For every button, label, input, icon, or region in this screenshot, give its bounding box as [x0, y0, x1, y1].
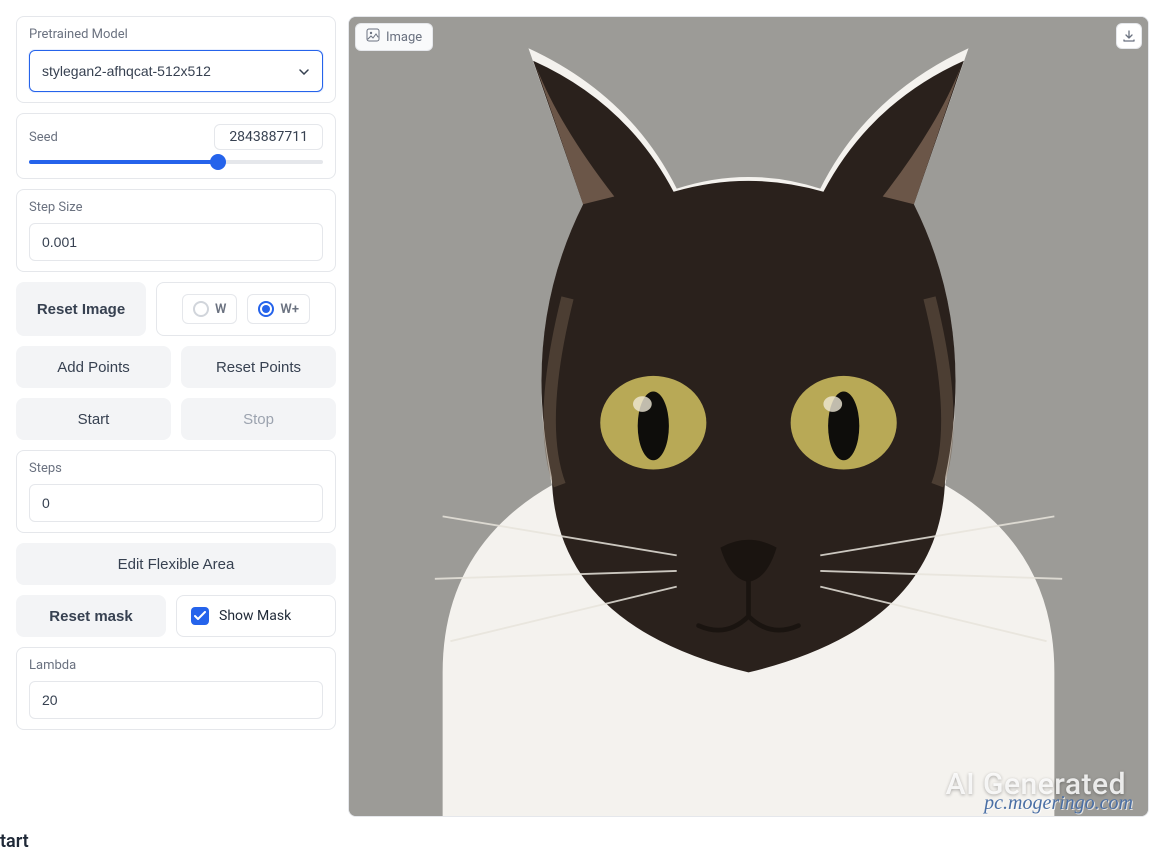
- steps-panel: Steps: [16, 450, 336, 533]
- lambda-panel: Lambda: [16, 647, 336, 730]
- step-size-input[interactable]: [29, 223, 323, 261]
- generated-image[interactable]: AI Generated: [349, 17, 1148, 816]
- show-mask-label: Show Mask: [219, 608, 291, 624]
- latent-w-option[interactable]: W: [182, 294, 237, 324]
- seed-label: Seed: [29, 130, 58, 145]
- seed-value[interactable]: 2843887711: [214, 124, 323, 150]
- site-watermark: pc.mogeringo.com: [984, 792, 1133, 815]
- start-button[interactable]: Start: [16, 398, 171, 440]
- footer-text: tart: [0, 831, 1157, 852]
- seed-slider[interactable]: [29, 160, 323, 164]
- show-mask-panel: Show Mask: [176, 595, 336, 637]
- image-icon: [366, 28, 380, 46]
- model-select[interactable]: stylegan2-afhqcat-512x512: [29, 50, 323, 92]
- steps-label: Steps: [29, 461, 323, 476]
- latent-wplus-label: W+: [280, 302, 299, 317]
- step-size-label: Step Size: [29, 200, 323, 215]
- image-label: Image: [386, 30, 422, 45]
- reset-image-button[interactable]: Reset Image: [16, 282, 146, 336]
- download-icon: [1122, 29, 1136, 43]
- latent-w-label: W: [215, 302, 226, 317]
- step-size-panel: Step Size: [16, 189, 336, 272]
- download-button[interactable]: [1116, 23, 1142, 49]
- model-value: stylegan2-afhqcat-512x512: [42, 63, 211, 79]
- radio-icon: [193, 301, 209, 317]
- steps-input[interactable]: [29, 484, 323, 522]
- image-header: Image: [355, 23, 433, 51]
- lambda-label: Lambda: [29, 658, 323, 673]
- model-label: Pretrained Model: [29, 27, 323, 42]
- add-points-button[interactable]: Add Points: [16, 346, 171, 388]
- show-mask-checkbox[interactable]: [191, 607, 209, 625]
- lambda-input[interactable]: [29, 681, 323, 719]
- latent-radio-group: W W+: [156, 282, 336, 336]
- latent-wplus-option[interactable]: W+: [247, 294, 310, 324]
- reset-mask-button[interactable]: Reset mask: [16, 595, 166, 637]
- image-card: Image: [348, 16, 1149, 817]
- seed-panel: Seed 2843887711: [16, 113, 336, 179]
- edit-flexible-area-button[interactable]: Edit Flexible Area: [16, 543, 336, 585]
- model-panel: Pretrained Model stylegan2-afhqcat-512x5…: [16, 16, 336, 103]
- stop-button[interactable]: Stop: [181, 398, 336, 440]
- radio-checked-icon: [258, 301, 274, 317]
- reset-points-button[interactable]: Reset Points: [181, 346, 336, 388]
